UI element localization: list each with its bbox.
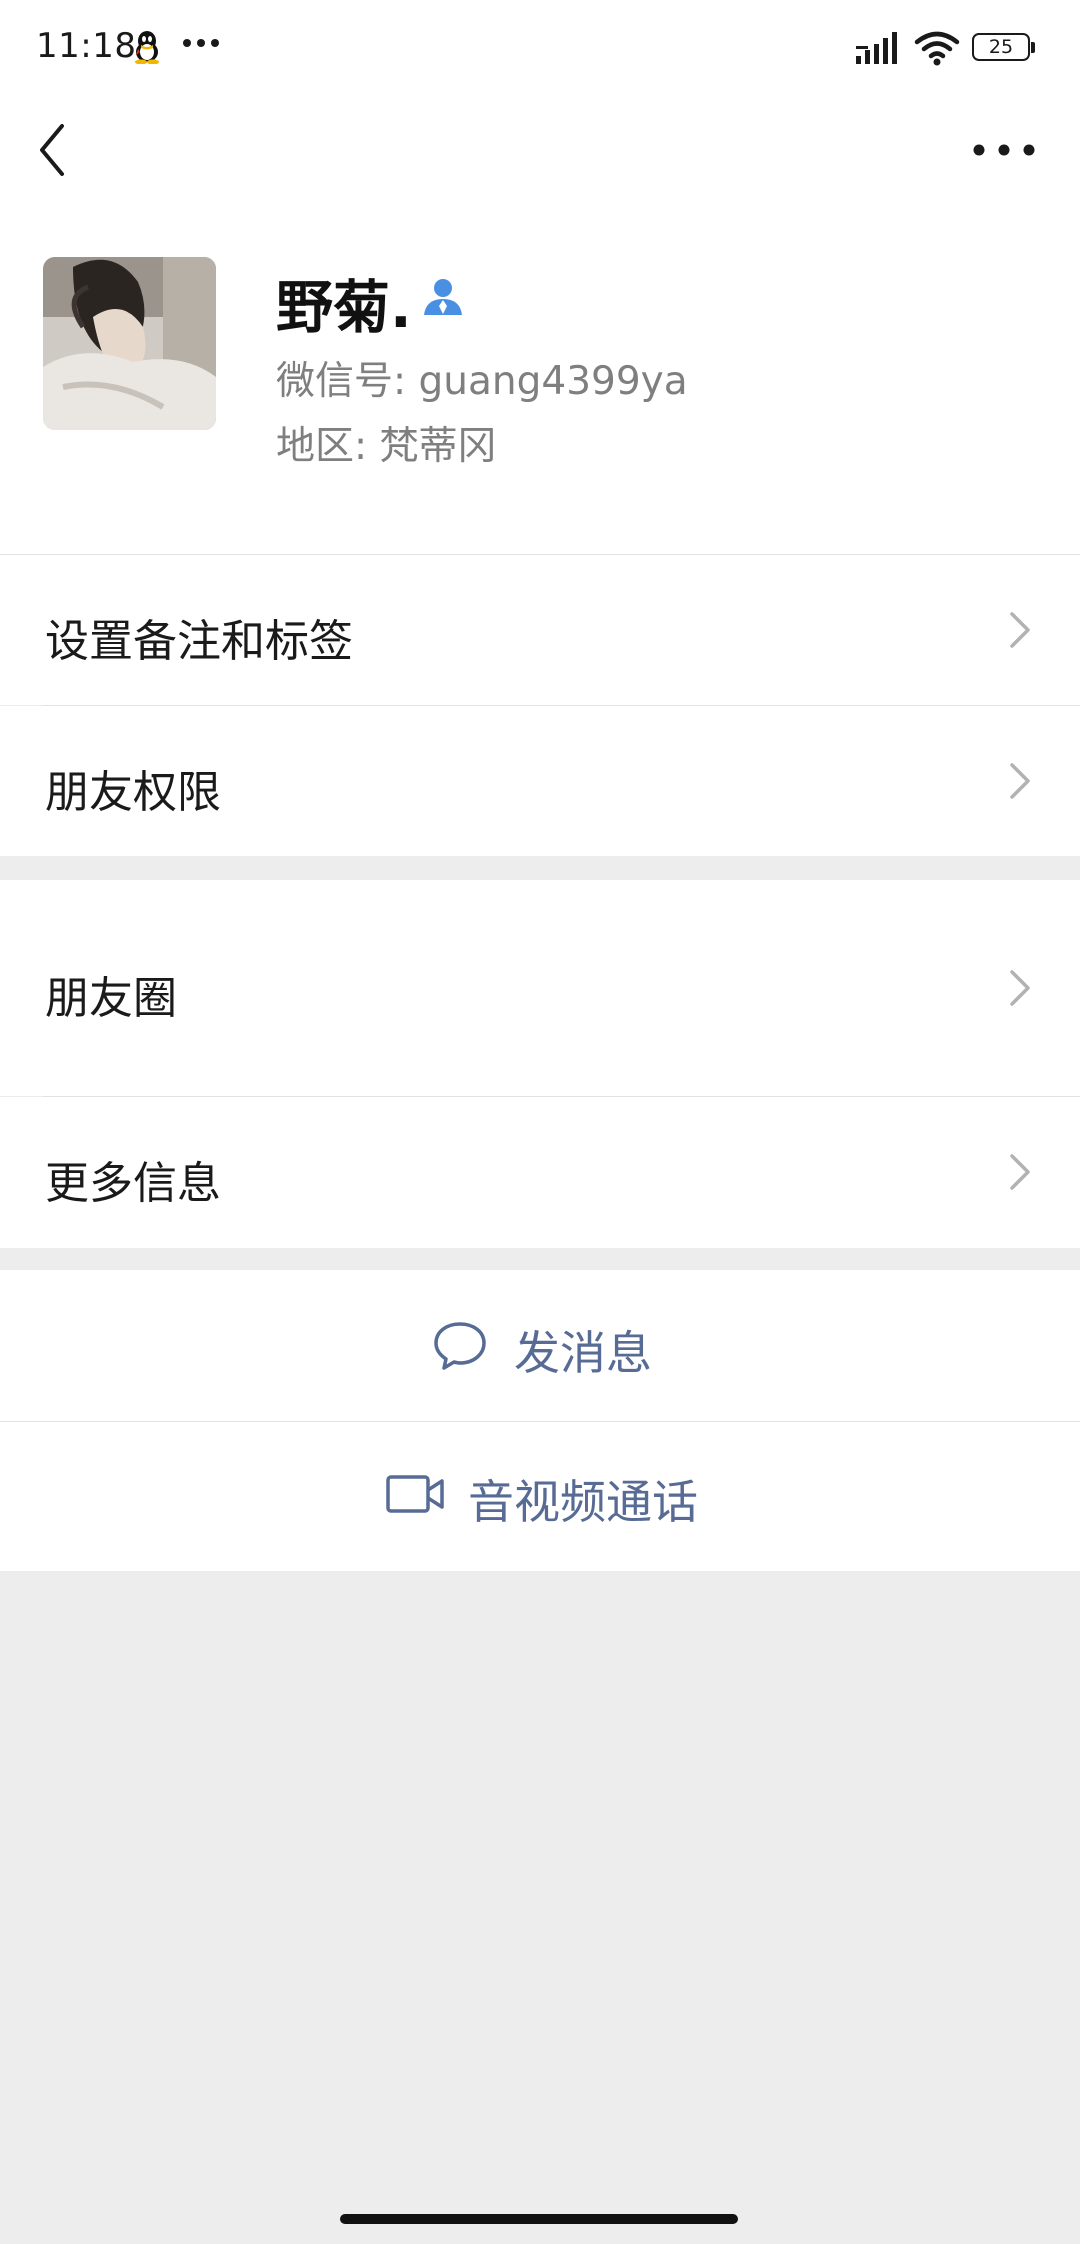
menu-item-friend-permissions[interactable]: 朋友权限 [0, 706, 1080, 856]
menu-item-moments[interactable]: 朋友圈 [0, 880, 1080, 1096]
wechat-id-value: guang4399ya [418, 359, 688, 404]
video-call-button[interactable]: 音视频通话 [0, 1422, 1080, 1571]
menu-item-label: 更多信息 [45, 1158, 221, 1209]
status-time: 11:18 [36, 26, 137, 66]
chevron-right-icon [1010, 612, 1030, 648]
more-dots-icon [183, 39, 219, 47]
battery-level: 25 [988, 36, 1014, 58]
chevron-right-icon [1010, 763, 1030, 799]
menu-item-label: 设置备注和标签 [45, 616, 353, 667]
chevron-right-icon [1010, 1154, 1030, 1190]
home-indicator[interactable] [340, 2214, 738, 2224]
menu-item-label: 朋友圈 [45, 973, 177, 1024]
chevron-right-icon [1010, 970, 1030, 1006]
menu-item-more-info[interactable]: 更多信息 [0, 1097, 1080, 1248]
ellipsis-icon[interactable] [970, 128, 1038, 172]
region-value: 梵蒂冈 [379, 424, 497, 469]
wechat-id-label: 微信号: [276, 359, 407, 404]
region-label: 地区: [276, 424, 368, 469]
menu-item-label: 朋友权限 [45, 767, 221, 818]
profile-name: 野菊. [276, 275, 412, 341]
region: 地区: 梵蒂冈 [276, 415, 497, 471]
video-call-label: 音视频通话 [468, 1475, 698, 1529]
menu-item-remarks-tags[interactable]: 设置备注和标签 [0, 555, 1080, 705]
wifi-icon [914, 31, 960, 66]
wechat-id: 微信号: guang4399ya [276, 350, 688, 406]
contact-person-icon [424, 279, 462, 315]
chat-bubble-icon [434, 1322, 486, 1370]
qq-icon [135, 31, 159, 64]
avatar[interactable] [43, 257, 216, 430]
battery-icon: 25 [972, 33, 1036, 63]
video-camera-icon [386, 1475, 444, 1513]
signal-icon [856, 32, 897, 64]
profile-header: 11:18 25 野菊. 微信号: guang4399ya 地区: 梵蒂冈 [0, 0, 1080, 554]
battery-tip [1031, 42, 1035, 53]
chevron-left-icon[interactable] [30, 118, 80, 182]
send-message-button[interactable]: 发消息 [0, 1270, 1080, 1421]
send-message-label: 发消息 [514, 1326, 652, 1380]
